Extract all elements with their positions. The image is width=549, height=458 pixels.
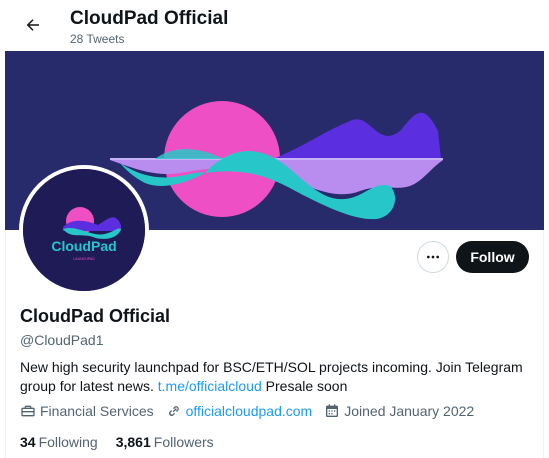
bio-link[interactable]: t.me/officialcloud bbox=[158, 378, 262, 394]
ellipsis-icon bbox=[427, 255, 439, 259]
followers-label: Followers bbox=[153, 434, 214, 450]
avatar[interactable]: CloudPad LAUNCHPAD bbox=[19, 165, 149, 295]
calendar-icon bbox=[326, 404, 339, 417]
website-item: officialcloudpad.com bbox=[166, 403, 313, 419]
back-button[interactable] bbox=[18, 10, 48, 40]
logo-tagline: LAUNCHPAD bbox=[73, 257, 95, 261]
profile-header: CloudPad Official 28 Tweets bbox=[5, 0, 544, 51]
logo-text: CloudPad bbox=[51, 238, 116, 254]
profile-meta: Financial Services officialcloudpad.com … bbox=[20, 403, 486, 419]
bio-tail: Presale soon bbox=[261, 378, 348, 394]
joined-item: Joined January 2022 bbox=[324, 403, 474, 419]
profile-bio: New high security launchpad for BSC/ETH/… bbox=[20, 358, 525, 396]
more-options-button[interactable] bbox=[417, 241, 449, 273]
website-link[interactable]: officialcloudpad.com bbox=[186, 403, 313, 419]
profile-handle: @CloudPad1 bbox=[20, 332, 104, 348]
joined-label: Joined January 2022 bbox=[344, 403, 475, 419]
follow-button[interactable]: Follow bbox=[456, 241, 529, 273]
followers-count: 3,861 bbox=[115, 434, 151, 450]
following-count: 34 bbox=[20, 434, 36, 450]
following-label: Following bbox=[38, 434, 98, 450]
category-item: Financial Services bbox=[20, 403, 154, 419]
following-link[interactable]: 34 Following bbox=[20, 434, 98, 450]
page-title: CloudPad Official bbox=[70, 8, 229, 29]
followers-link[interactable]: 3,861 Followers bbox=[116, 434, 214, 450]
link-icon bbox=[168, 406, 179, 416]
tweet-count: 28 Tweets bbox=[70, 32, 125, 46]
profile-stats: 34 Following 3,861 Followers bbox=[20, 434, 232, 450]
cloudpad-logo: CloudPad LAUNCHPAD bbox=[23, 169, 145, 291]
profile-name: CloudPad Official bbox=[20, 306, 171, 326]
category-label: Financial Services bbox=[40, 403, 154, 419]
briefcase-icon bbox=[21, 405, 35, 417]
arrow-left-icon bbox=[26, 19, 39, 31]
